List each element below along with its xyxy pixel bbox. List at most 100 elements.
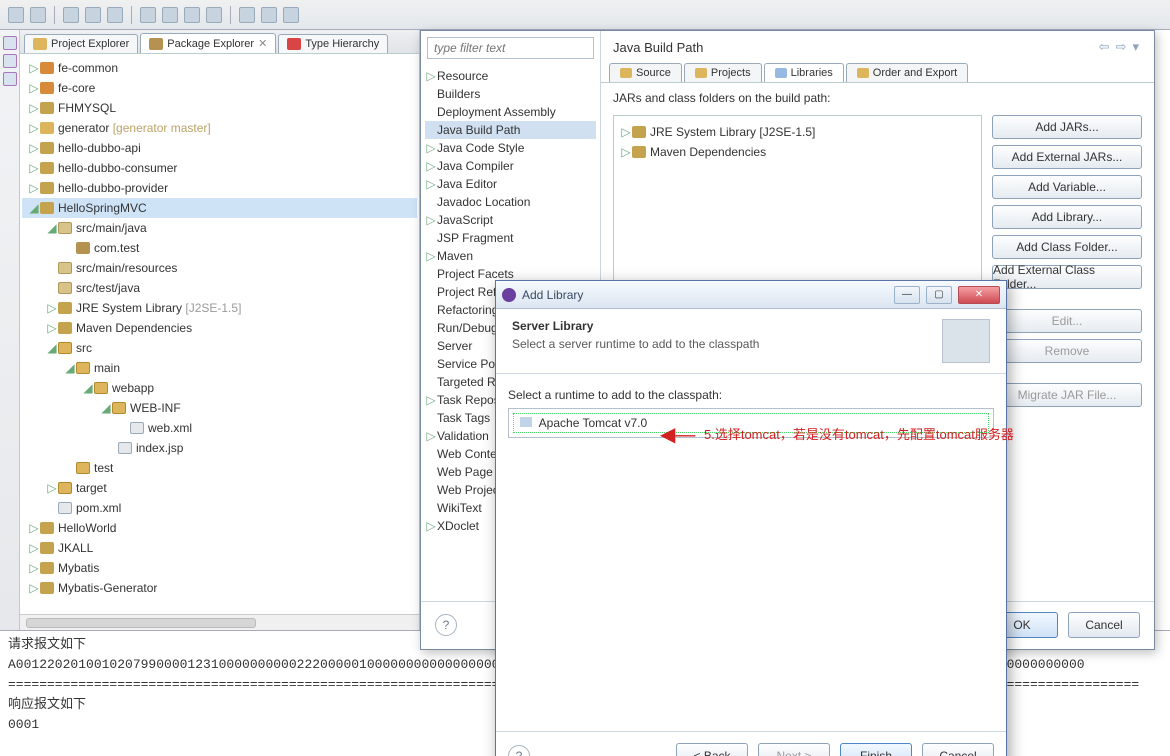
tree-node[interactable]: ◢WEB-INF (22, 398, 417, 418)
tree-node-selected[interactable]: ◢HelloSpringMVC (22, 198, 417, 218)
tree-node[interactable]: ▷Mybatis-Generator (22, 578, 417, 598)
add-external-jars-button[interactable]: Add External JARs... (992, 145, 1142, 169)
tab-package-explorer[interactable]: Package Explorer ✕ (140, 33, 276, 53)
library-icon (632, 146, 646, 158)
tree-node[interactable]: test (22, 458, 417, 478)
tree-node[interactable]: ▷hello-dubbo-consumer (22, 158, 417, 178)
finish-button[interactable]: Finish (840, 743, 912, 756)
perspective-btn[interactable] (3, 36, 17, 50)
tree-node[interactable]: ▷Mybatis (22, 558, 417, 578)
library-icon (632, 126, 646, 138)
folder-icon (76, 362, 90, 374)
toolbar-btn[interactable] (261, 7, 277, 23)
toolbar-btn[interactable] (239, 7, 255, 23)
tree-node[interactable]: ◢webapp (22, 378, 417, 398)
dialog-title: Add Library (522, 288, 888, 302)
project-icon (40, 122, 54, 134)
project-icon (40, 182, 54, 194)
runtime-label: Select a runtime to add to the classpath… (508, 388, 994, 402)
main-toolbar (0, 0, 1170, 30)
back-button[interactable]: < Back (676, 743, 748, 756)
tree-node[interactable]: index.jsp (22, 438, 417, 458)
forward-arrow-icon[interactable]: ⇨ (1113, 39, 1130, 55)
toolbar-btn[interactable] (85, 7, 101, 23)
tab-label: Type Hierarchy (305, 38, 379, 50)
filter-input[interactable] (427, 37, 594, 59)
tree-node[interactable]: src/test/java (22, 278, 417, 298)
tree-node[interactable]: ▷JRE System Library [J2SE-1.5] (22, 298, 417, 318)
edit-button: Edit... (992, 309, 1142, 333)
project-icon (40, 542, 54, 554)
tree-node[interactable]: ▷HelloWorld (22, 518, 417, 538)
tab-type-hierarchy[interactable]: Type Hierarchy (278, 34, 388, 53)
tree-node[interactable]: ◢main (22, 358, 417, 378)
package-icon (76, 242, 90, 254)
tab-project-explorer[interactable]: Project Explorer (24, 34, 138, 53)
tree-node[interactable]: ▷Maven Dependencies (22, 318, 417, 338)
cancel-button[interactable]: Cancel (1068, 612, 1140, 638)
folder-icon (33, 38, 47, 50)
tree-node[interactable]: ▷target (22, 478, 417, 498)
dialog-title: Java Build Path (613, 40, 703, 55)
tree-node[interactable]: ▷hello-dubbo-provider (22, 178, 417, 198)
tree-node[interactable]: ▷generator [generator master] (22, 118, 417, 138)
tab-projects[interactable]: Projects (684, 63, 762, 82)
tree-node[interactable]: ▷hello-dubbo-api (22, 138, 417, 158)
project-icon (40, 562, 54, 574)
perspective-bar (0, 30, 20, 630)
project-icon (40, 582, 54, 594)
add-jars-button[interactable]: Add JARs... (992, 115, 1142, 139)
project-icon (40, 162, 54, 174)
tree-node[interactable]: com.test (22, 238, 417, 258)
folder-icon (58, 342, 72, 354)
close-icon[interactable]: ✕ (258, 37, 267, 50)
add-library-button[interactable]: Add Library... (992, 205, 1142, 229)
toolbar-btn[interactable] (8, 7, 24, 23)
cancel-button[interactable]: Cancel (922, 743, 994, 756)
folder-icon (58, 482, 72, 494)
tab-order-export[interactable]: Order and Export (846, 63, 968, 82)
minimize-button[interactable]: — (894, 286, 920, 304)
perspective-btn[interactable] (3, 54, 17, 68)
dropdown-icon[interactable]: ▾ (1129, 39, 1142, 55)
project-icon (40, 522, 54, 534)
add-external-class-folder-button[interactable]: Add External Class Folder... (992, 265, 1142, 289)
toolbar-btn[interactable] (63, 7, 79, 23)
perspective-btn[interactable] (3, 72, 17, 86)
annotation-arrow: ◀— (660, 422, 695, 447)
horizontal-scrollbar[interactable] (20, 614, 419, 630)
toolbar-btn[interactable] (107, 7, 123, 23)
tree-node[interactable]: web.xml (22, 418, 417, 438)
help-icon[interactable]: ? (508, 745, 530, 756)
tab-libraries[interactable]: Libraries (764, 63, 844, 82)
tree-node[interactable]: ◢src (22, 338, 417, 358)
add-class-folder-button[interactable]: Add Class Folder... (992, 235, 1142, 259)
tree-node[interactable]: ▷fe-common (22, 58, 417, 78)
tree-node[interactable]: src/main/resources (22, 258, 417, 278)
help-icon[interactable]: ? (435, 614, 457, 636)
close-button[interactable]: ✕ (958, 286, 1000, 304)
package-tree[interactable]: ▷fe-common ▷fe-core ▷FHMYSQL ▷generator … (20, 54, 419, 614)
tree-node[interactable]: ▷fe-core (22, 78, 417, 98)
maximize-button[interactable]: ▢ (926, 286, 952, 304)
project-icon (40, 82, 54, 94)
tree-node[interactable]: ◢src/main/java (22, 218, 417, 238)
annotation-text: 5.选择tomcat，若是没有tomcat，先配置tomcat服务器 (704, 424, 1014, 443)
back-arrow-icon[interactable]: ⇦ (1096, 39, 1113, 55)
toolbar-btn[interactable] (206, 7, 222, 23)
tree-node[interactable]: ▷FHMYSQL (22, 98, 417, 118)
toolbar-btn[interactable] (162, 7, 178, 23)
tree-node[interactable]: pom.xml (22, 498, 417, 518)
eclipse-icon (502, 288, 516, 302)
project-icon (40, 202, 54, 214)
tree-node[interactable]: ▷JKALL (22, 538, 417, 558)
toolbar-btn[interactable] (184, 7, 200, 23)
toolbar-btn[interactable] (140, 7, 156, 23)
toolbar-btn[interactable] (283, 7, 299, 23)
toolbar-btn[interactable] (30, 7, 46, 23)
tab-source[interactable]: Source (609, 63, 682, 82)
project-icon (40, 62, 54, 74)
xml-icon (130, 422, 144, 434)
wizard-heading: Server Library (512, 319, 759, 333)
add-variable-button[interactable]: Add Variable... (992, 175, 1142, 199)
